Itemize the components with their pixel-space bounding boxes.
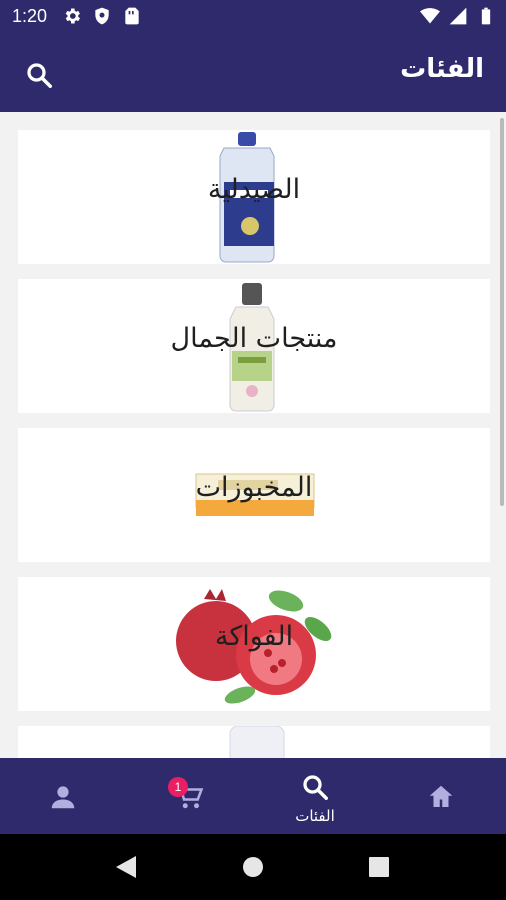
wifi-icon <box>420 8 440 24</box>
category-card-partial[interactable] <box>18 726 490 758</box>
search-icon <box>303 775 328 800</box>
category-label: الصيدلية <box>207 174 301 205</box>
battery-icon <box>481 7 491 25</box>
category-card-fruits[interactable]: الفواكة <box>18 577 490 711</box>
cart-badge: 1 <box>168 777 188 797</box>
profile-icon <box>51 786 75 809</box>
category-label: الفواكة <box>214 621 294 652</box>
back-icon[interactable] <box>114 854 138 880</box>
home-icon <box>429 785 453 807</box>
category-card-beauty[interactable]: منتجات الجمال <box>18 279 490 413</box>
page-title: الفئات <box>400 54 484 84</box>
sim-card-icon <box>125 7 139 25</box>
settings-icon <box>65 8 80 24</box>
system-nav-bar <box>0 834 506 900</box>
nav-home[interactable] <box>378 758 504 834</box>
category-card-pharmacy[interactable]: الصيدلية <box>18 130 490 264</box>
status-bar: 1:20 <box>0 0 506 34</box>
category-list[interactable]: الصيدلية منتجات الجمال المخبوزات الفواكة <box>0 112 506 758</box>
nav-categories[interactable]: الفئات <box>252 758 378 834</box>
home-circle-icon[interactable] <box>242 856 264 878</box>
bottom-nav: الفئات <box>0 758 506 834</box>
shield-icon <box>95 7 109 25</box>
signal-icon <box>449 7 467 25</box>
category-label: المخبوزات <box>195 472 313 503</box>
category-label: منتجات الجمال <box>170 323 338 354</box>
nav-categories-label: الفئات <box>295 807 335 825</box>
app-bar: الفئات <box>0 34 506 112</box>
scrollbar[interactable] <box>500 118 504 506</box>
nav-profile[interactable] <box>0 758 126 834</box>
recents-icon[interactable] <box>369 857 389 877</box>
category-card-bakery[interactable]: المخبوزات <box>18 428 490 562</box>
partial-product-image <box>229 726 285 758</box>
status-time: 1:20 <box>12 6 48 26</box>
nav-cart[interactable] <box>126 758 252 834</box>
search-icon[interactable] <box>24 60 54 90</box>
